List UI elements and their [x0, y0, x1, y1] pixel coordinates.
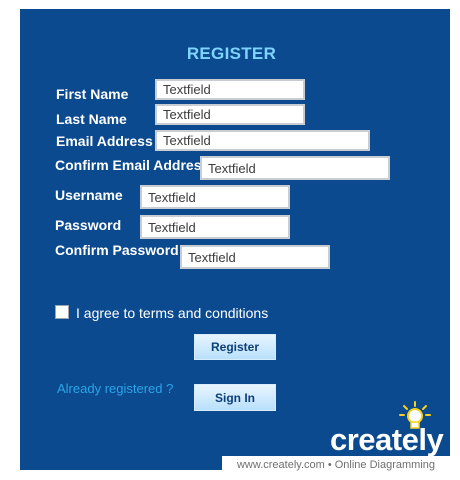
confirm-password-label: Confirm Password: [55, 242, 179, 258]
terms-checkbox[interactable]: [55, 305, 69, 319]
username-field[interactable]: [140, 185, 290, 209]
form-title: REGISTER: [186, 44, 277, 63]
password-label: Password: [55, 217, 122, 233]
confirm-email-field[interactable]: [200, 156, 390, 180]
register-button[interactable]: Register: [194, 334, 276, 360]
last-name-field[interactable]: [155, 104, 305, 125]
email-address-field[interactable]: [155, 130, 370, 151]
sign-in-button[interactable]: Sign In: [194, 384, 276, 411]
confirm-email-label: Confirm Email Address: [55, 157, 210, 173]
creately-logo: creately: [330, 422, 444, 457]
first-name-label: First Name: [56, 86, 129, 102]
password-field[interactable]: [140, 215, 290, 239]
last-name-label: Last Name: [56, 111, 127, 127]
email-address-label: Email Address: [56, 133, 153, 149]
footer-text: www.creately.com • Online Diagramming: [222, 456, 450, 474]
confirm-password-field[interactable]: [180, 245, 330, 269]
first-name-field[interactable]: [155, 79, 305, 100]
terms-label: I agree to terms and conditions: [76, 305, 269, 321]
already-registered-link[interactable]: Already registered ?: [57, 381, 173, 396]
username-label: Username: [55, 187, 123, 203]
